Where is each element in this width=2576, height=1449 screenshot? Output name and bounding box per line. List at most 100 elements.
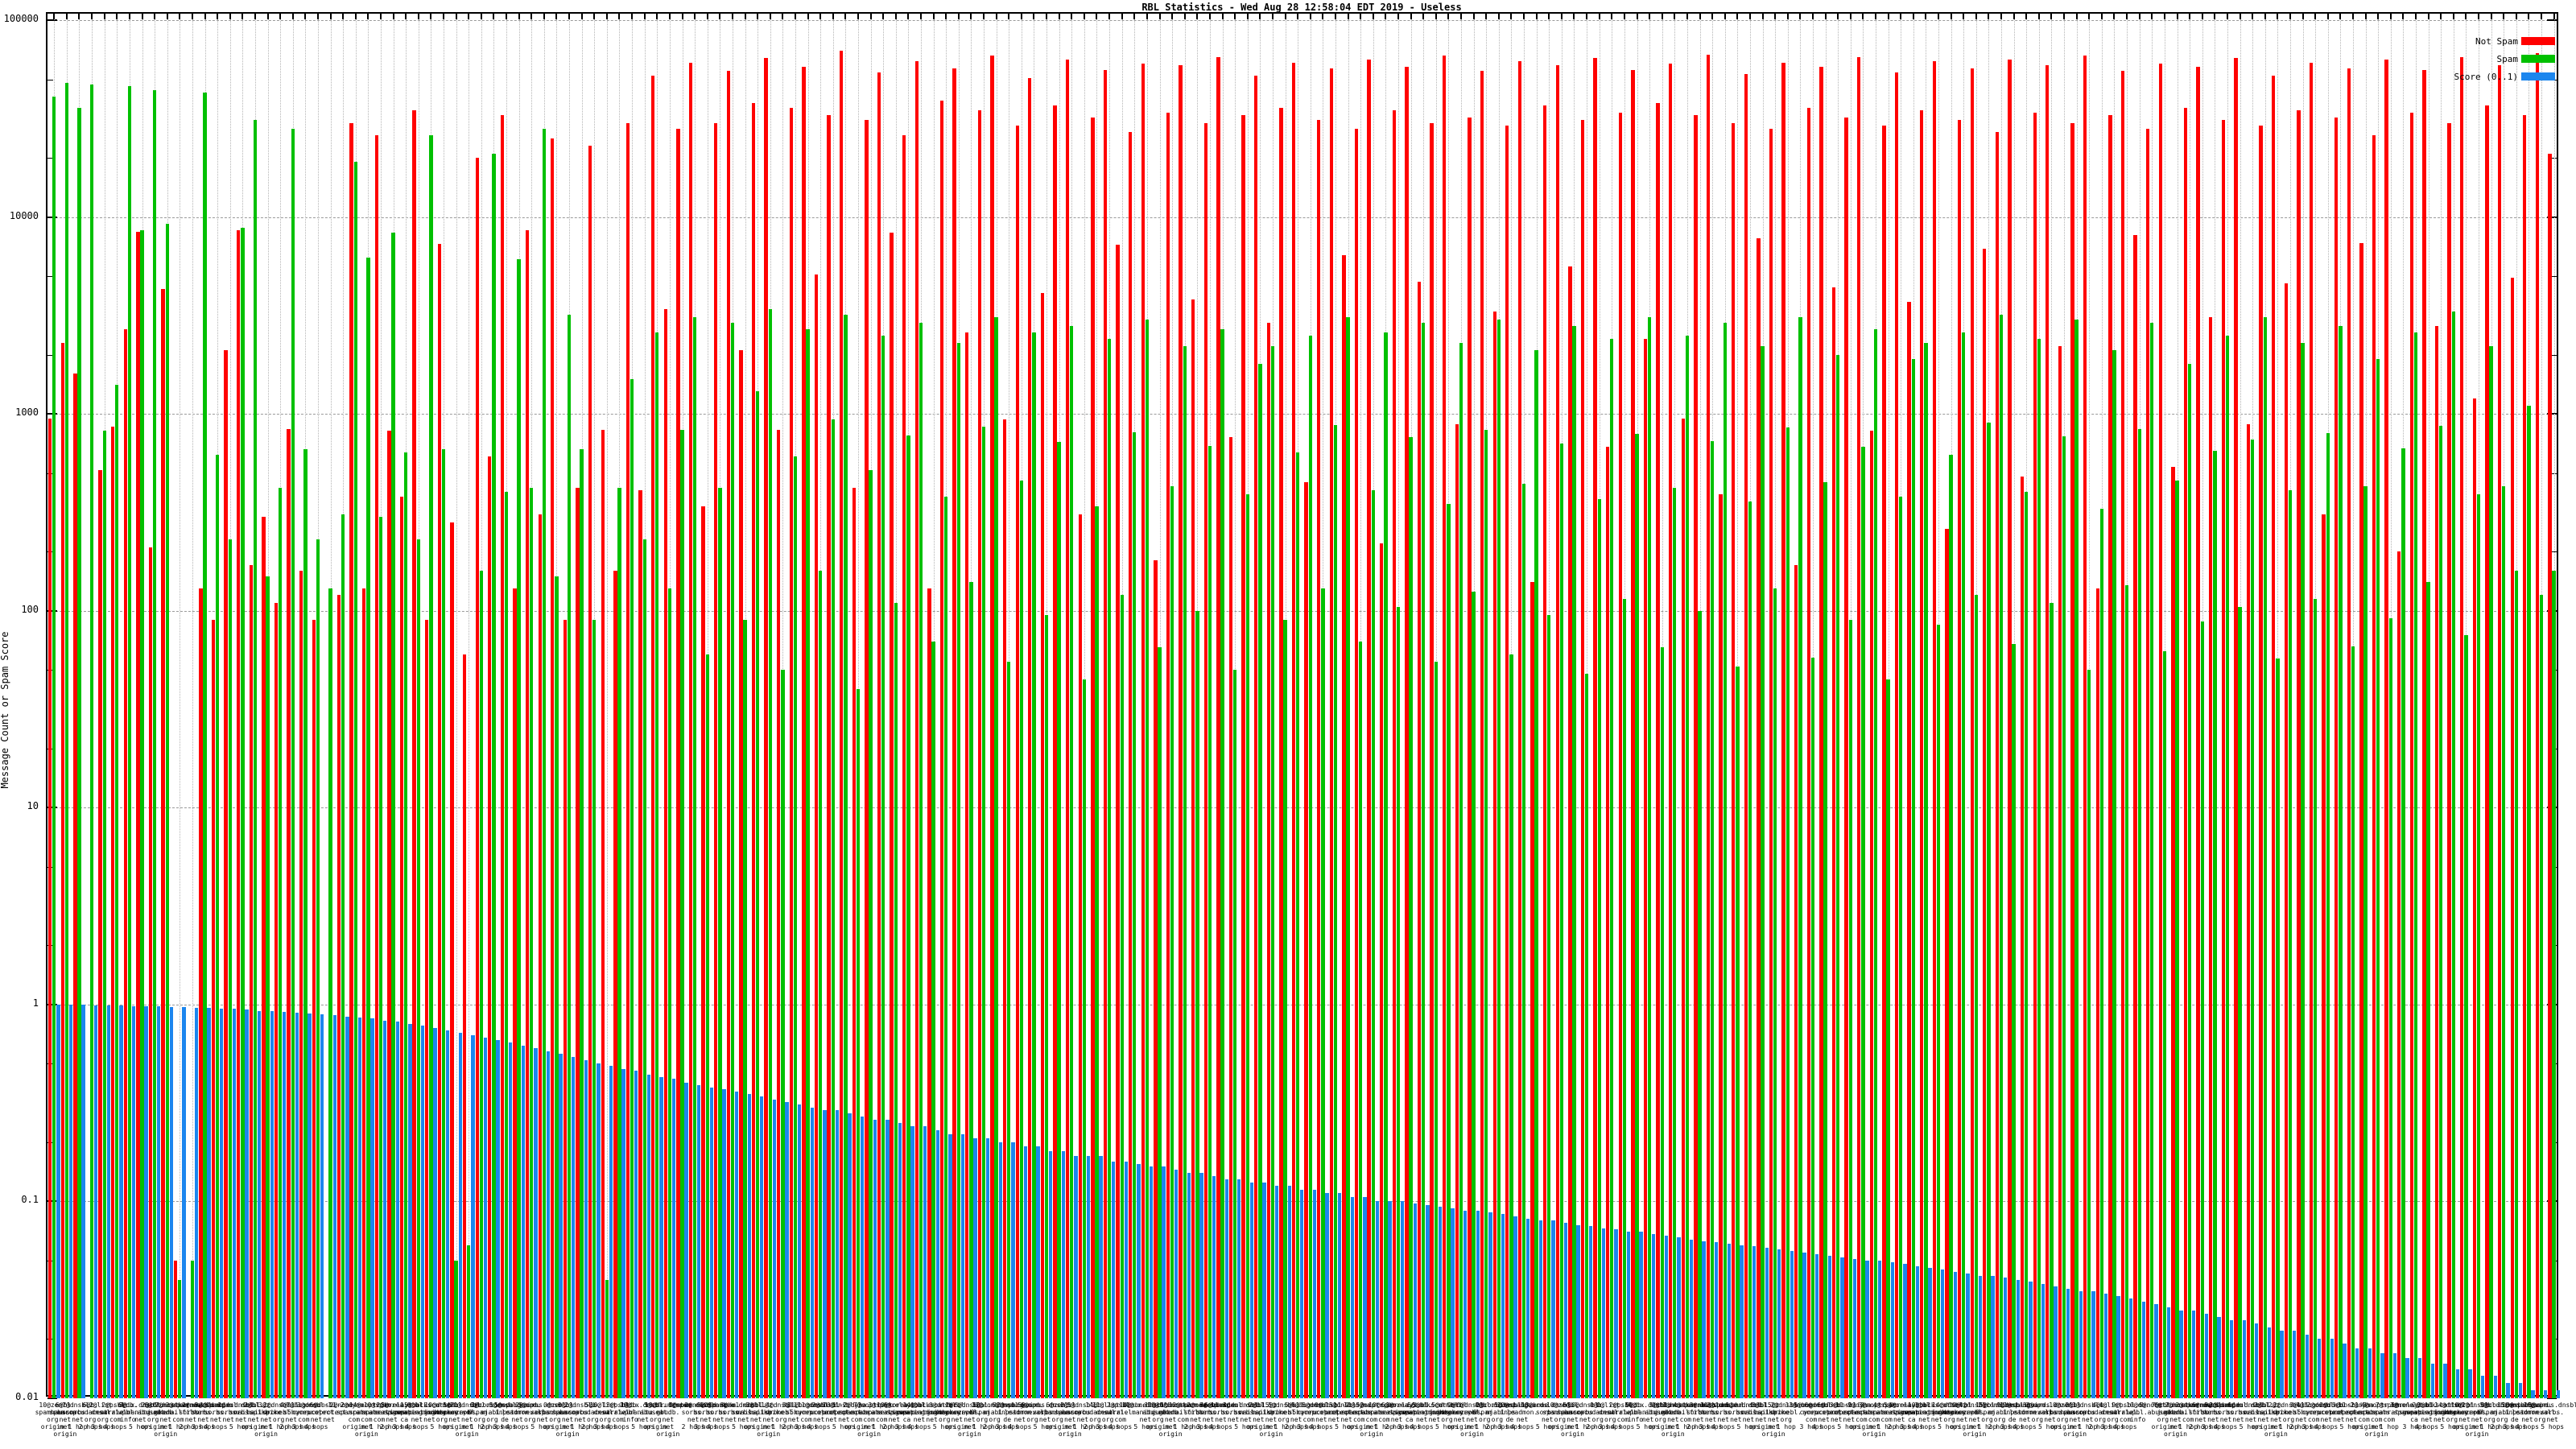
x-tick-top [1146,14,1148,19]
x-tick-top [1347,14,1349,19]
bar-not-spam [1894,72,1899,1398]
bar-spam [2062,436,2066,1398]
bar-spam [1962,332,1966,1398]
bar-score-0-1- [2468,1369,2472,1398]
bar-spam [630,379,634,1398]
bar-not-spam [110,427,115,1398]
x-tick-top [204,14,206,19]
x-tick-top [1925,14,1927,19]
bar-spam [768,309,772,1398]
x-tick-top [392,14,394,19]
x-tick-top [1900,14,1902,19]
bar-not-spam [1719,494,1723,1398]
bar-score-0-1- [1890,1262,1894,1398]
bar-score-0-1- [1187,1172,1191,1398]
bar-spam [1559,443,1564,1398]
bar-spam [1082,679,1087,1398]
x-gridline [606,14,608,1395]
x-tick-top [2189,14,2191,19]
bar-score-0-1- [1814,1253,1819,1398]
bar-score-0-1- [797,1104,802,1398]
bar-not-spam [2523,114,2527,1398]
bar-spam [2150,323,2154,1398]
x-tick-top [2339,14,2342,19]
bar-score-0-1- [509,1042,513,1398]
bar-spam [1509,654,1513,1398]
x-tick-top [506,14,508,19]
bar-not-spam [475,157,479,1398]
bar-not-spam [2510,278,2514,1398]
bar-not-spam [199,588,203,1398]
x-tick-top [2289,14,2291,19]
x-tick-top [279,14,282,19]
bar-score-0-1- [1626,1232,1631,1398]
bar-spam [1597,498,1601,1398]
bar-not-spam [1781,62,1785,1398]
bar-not-spam [852,488,857,1398]
bar-score-0-1- [2343,1343,2347,1398]
bar-not-spam [98,469,102,1398]
bar-spam [353,162,357,1398]
bar-spam [2276,658,2280,1398]
x-tick-top [1196,14,1199,19]
bar-score-0-1- [1300,1189,1304,1398]
bar-spam [2124,584,2129,1398]
bar-spam [969,581,973,1398]
bar-spam [1999,314,2004,1398]
bar-not-spam [1405,66,1409,1398]
bar-spam [1258,363,1262,1398]
bar-score-0-1- [1086,1156,1091,1398]
bar-spam [115,385,119,1398]
x-tick-top [2037,14,2040,19]
bar-score-0-1- [2443,1363,2447,1398]
bar-not-spam [1216,56,1220,1398]
bar-score-0-1- [345,1016,349,1398]
bar-score-0-1- [1966,1274,1970,1398]
bar-score-0-1- [760,1096,764,1398]
bar-spam [1232,670,1237,1398]
bar-score-0-1- [584,1060,588,1398]
bar-not-spam [789,107,793,1398]
bar-score-0-1- [1023,1146,1028,1398]
bar-score-0-1- [559,1054,563,1398]
x-tick-top [2214,14,2216,19]
bar-score-0-1- [182,1007,186,1398]
bar-spam [2099,508,2104,1398]
bar-not-spam [2046,65,2050,1398]
bar-score-0-1- [1601,1228,1605,1398]
bar-not-spam [1304,481,1308,1398]
x-tick-top [1221,14,1224,19]
bar-not-spam [1417,281,1422,1398]
x-tick-top [2050,14,2053,19]
bar-not-spam [1392,109,1397,1398]
bar-score-0-1- [1715,1242,1719,1398]
x-tick-top [832,14,834,19]
bar-spam [2401,448,2405,1398]
bar-not-spam [1618,112,1622,1398]
x-tick-top [1661,14,1663,19]
bar-score-0-1- [1426,1204,1430,1398]
bar-spam [2050,602,2054,1398]
bar-not-spam [362,588,366,1398]
bar-not-spam [576,488,580,1398]
bar-spam [1748,501,1752,1398]
bar-spam [1321,588,1325,1398]
x-tick-top [2252,14,2254,19]
bar-spam [1371,489,1375,1398]
bar-not-spam [399,496,404,1398]
bar-not-spam [2297,109,2301,1398]
bar-score-0-1- [2392,1352,2397,1398]
bar-spam [2413,332,2418,1398]
bar-spam [278,488,283,1398]
bar-not-spam [1065,60,1070,1398]
bar-score-0-1- [1287,1186,1291,1398]
bar-spam [2200,621,2204,1398]
bar-score-0-1- [1501,1214,1505,1398]
x-tick-top [907,14,910,19]
x-tick-top [2364,14,2367,19]
x-tick-top [1083,14,1085,19]
bar-spam [1396,606,1401,1398]
x-tick-top [254,14,256,19]
x-tick-top [1297,14,1299,19]
bar-not-spam [1342,254,1346,1398]
